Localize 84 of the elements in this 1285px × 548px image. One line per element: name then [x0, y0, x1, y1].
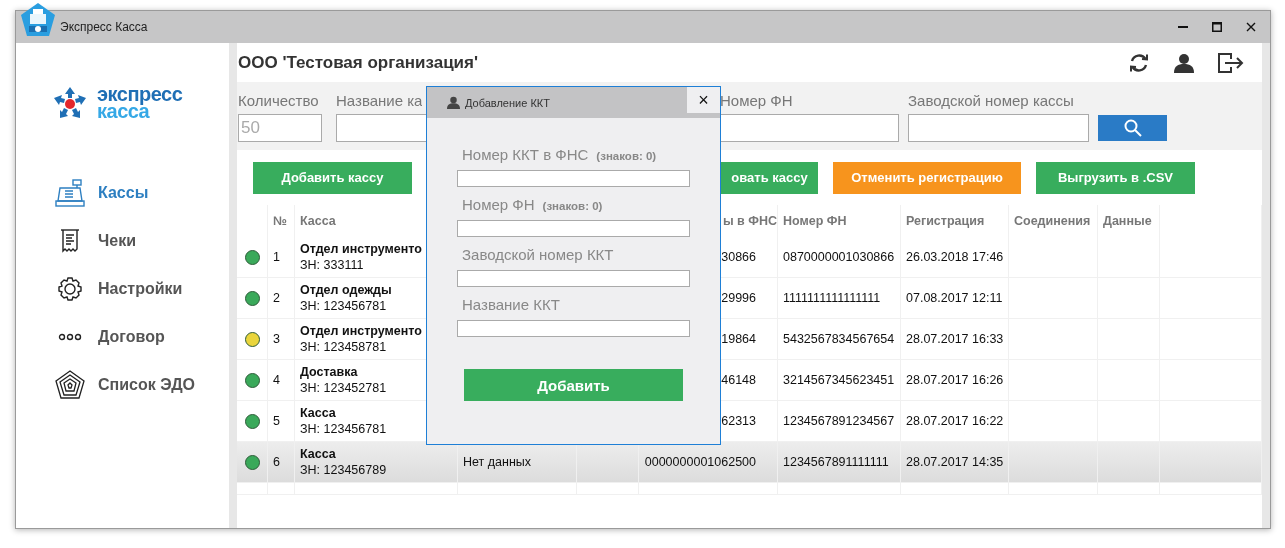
table-cell: 28.07.2017 16:26 [906, 373, 1004, 387]
serial-number: ЗН: 333111 [300, 258, 364, 272]
table-cell: 30866 [721, 250, 756, 264]
table-cell: 28.07.2017 16:33 [906, 332, 1004, 346]
table-cell: 1 [273, 250, 280, 264]
column-header: Соединения [1009, 205, 1098, 237]
user-icon [447, 96, 460, 109]
serial-number: ЗН: 123456789 [300, 463, 387, 477]
table-cell: 1234567891111111 [783, 455, 889, 469]
user-icon[interactable] [1174, 52, 1194, 73]
filter-field[interactable]: 50 [238, 114, 322, 142]
column-header: Номер ФН [778, 205, 901, 237]
register-name: Отдел инструменто [300, 324, 422, 338]
logo-text: экспресс [97, 86, 183, 103]
receipt-icon [60, 229, 80, 253]
column-header: Регистрация [901, 205, 1009, 237]
character-counter: (знаков: 0) [596, 150, 657, 162]
serial-number: ЗН: 123456781 [300, 299, 387, 313]
pentagon-icon [55, 370, 85, 400]
serial-number: ЗН: 123456781 [300, 422, 387, 436]
table-cell: 28.07.2017 14:35 [906, 455, 1004, 469]
table-cell: 1234567891234567 [783, 414, 895, 428]
filter-label: Заводской номер кассы [908, 92, 1074, 109]
register-name: Касса [300, 447, 336, 461]
table-cell: Нет данных [463, 455, 532, 469]
table-cell: 3 [273, 332, 280, 346]
table-cell: 19864 [721, 332, 756, 346]
filter-label: Номер ФН [720, 92, 793, 109]
cash-register-icon [55, 179, 85, 207]
input-field[interactable] [457, 170, 690, 187]
table-cell: 62313 [721, 414, 756, 428]
input-field[interactable] [457, 220, 690, 237]
table-cell: 5 [273, 414, 280, 428]
dialog-title: Добавление ККТ [465, 96, 550, 109]
table-cell: 29996 [721, 291, 756, 305]
serial-number: ЗН: 123458781 [300, 340, 387, 354]
register-name: Отдел одежды [300, 283, 392, 297]
search-icon [1123, 119, 1142, 137]
filter-label: Название ка [336, 92, 423, 109]
input-field[interactable] [457, 320, 690, 337]
table-cell: 28.07.2017 16:22 [906, 414, 1004, 428]
logo-icon [52, 85, 88, 121]
table-cell: 3214567345623451 [783, 373, 895, 387]
sidebar-item[interactable]: Кассы [16, 169, 229, 217]
table-row[interactable]: 6 Касса ЗН: 123456789 Нет данных 0000000001062500 1234567891111111 28.07.2017 14:35 [237, 442, 1262, 483]
table-cell: 2 [273, 291, 280, 305]
search-button[interactable] [1098, 115, 1167, 141]
filter-field[interactable] [908, 114, 1089, 142]
window-title: Экспресс Касса [60, 20, 148, 34]
table-cell: 4 [273, 373, 280, 387]
close-icon[interactable] [1246, 22, 1256, 32]
maximize-icon[interactable] [1212, 22, 1222, 32]
field-label: Номер ФН [462, 196, 535, 213]
sidebar-item[interactable]: Чеки [16, 217, 229, 265]
organization-title: ООО 'Тестовая организация' [238, 52, 479, 73]
filter-label: Количество [238, 92, 319, 109]
logout-icon[interactable] [1218, 52, 1244, 73]
close-button[interactable]: × [687, 87, 720, 113]
register-name: Отдел инструменто [300, 242, 422, 256]
table-cell: 6 [273, 455, 280, 469]
table-cell: 0870000001030866 [783, 250, 895, 264]
refresh-icon[interactable] [1128, 52, 1150, 73]
sidebar-item[interactable]: Договор [16, 313, 229, 361]
table-cell: 26.03.2018 17:46 [906, 250, 1004, 264]
settings-icon [58, 277, 82, 301]
table-cell: 1111111111111111 [783, 291, 881, 305]
register-name: Доставка [300, 365, 358, 379]
table-cell: 5432567834567654 [783, 332, 895, 346]
filter-field[interactable] [720, 114, 899, 142]
input-field[interactable] [457, 270, 690, 287]
column-header: Данные [1098, 205, 1160, 237]
table-cell: 46148 [721, 373, 756, 387]
sidebar-item[interactable]: Список ЭДО [16, 361, 229, 409]
table-cell: 0000000001062500 [644, 455, 756, 469]
column-header: № [268, 205, 295, 237]
field-label: Номер ККТ в ФНС [462, 146, 589, 163]
field-label: Заводской номер ККТ [462, 246, 614, 263]
field-label: Название ККТ [462, 296, 560, 313]
table-cell: 07.08.2017 12:11 [906, 291, 1003, 305]
character-counter: (знаков: 0) [542, 200, 603, 212]
register-name: Касса [300, 406, 336, 420]
sidebar-item[interactable]: Настройки [16, 265, 229, 313]
more-icon [58, 333, 82, 341]
serial-number: ЗН: 123452781 [300, 381, 387, 395]
